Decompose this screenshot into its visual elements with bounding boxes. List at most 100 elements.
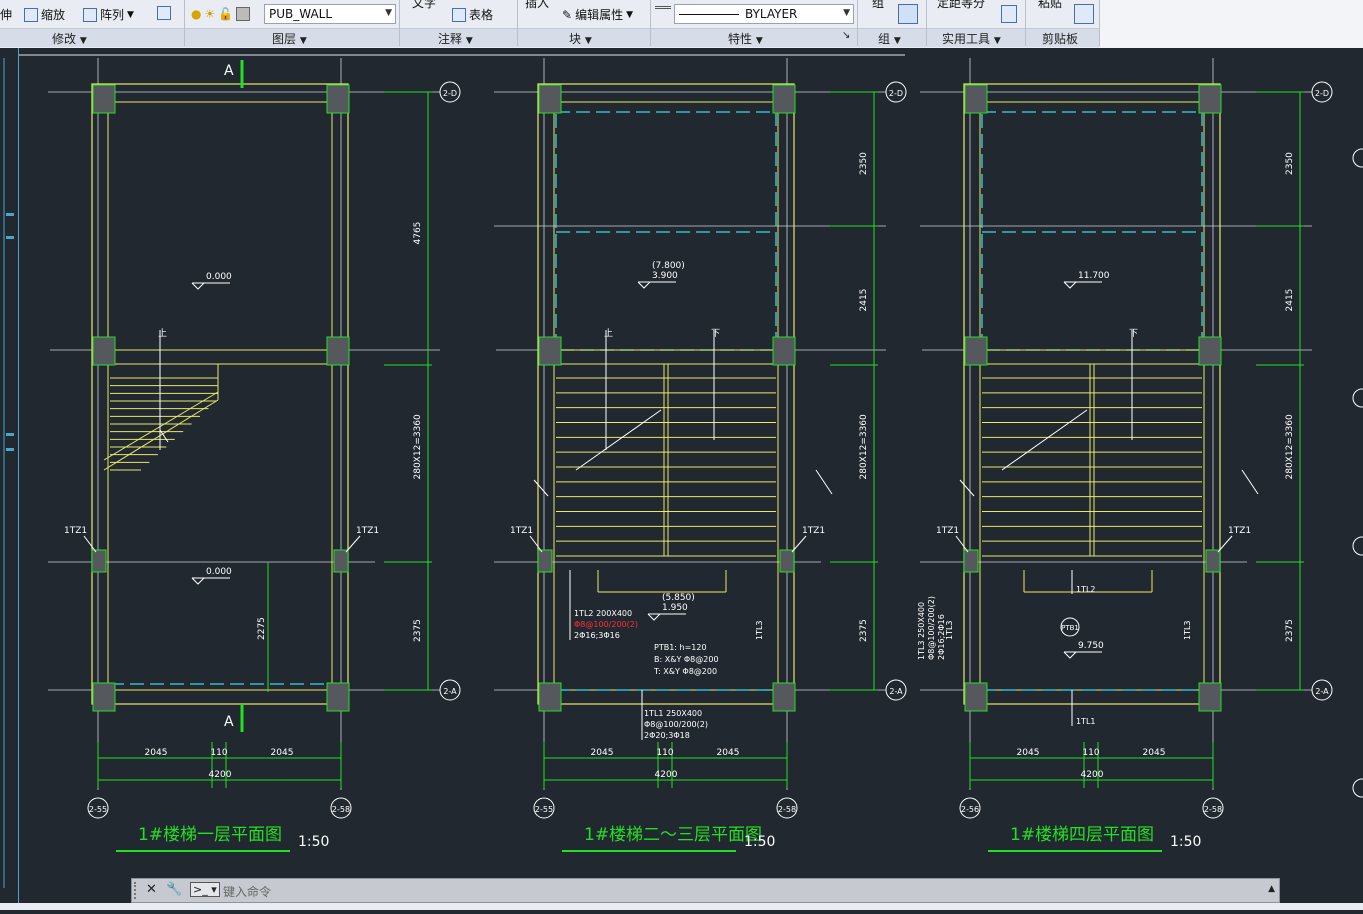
column-label-right: 1TZ1 (356, 526, 379, 536)
dim-bottom-text: 2045 (145, 748, 168, 758)
level-triangle (191, 282, 205, 290)
stair-diagonal (103, 399, 219, 471)
axis-label-left: 2-56 (961, 805, 979, 814)
paste-special-button[interactable] (1074, 4, 1094, 24)
ribbon-separator (399, 0, 400, 46)
dim-vertical-text: 280X12=3360 (1285, 414, 1295, 480)
wall-inner (979, 101, 1205, 691)
down-label: 下 (1129, 329, 1138, 339)
wall-inner (107, 101, 333, 691)
edit-attributes-button[interactable]: ✎ 编辑属性 ▼ (562, 6, 633, 23)
dim-total-text: 4200 (1081, 770, 1104, 780)
calculator-icon (1001, 5, 1017, 23)
palette-markers (3, 58, 14, 888)
plan-title: 1#楼梯二～三层平面图 (584, 825, 762, 845)
linetype-dropdown-value: BYLAYER (745, 7, 798, 21)
layer-state-icons[interactable]: ● ☀ 🔓 (191, 7, 251, 21)
panel-annotation-title[interactable]: 注释 ▼ (438, 30, 473, 47)
axis-label-bottom: 2-A (443, 687, 457, 696)
level-triangle (1063, 651, 1077, 659)
dashed-beam-outline (555, 111, 777, 351)
command-input[interactable]: 键入命令 (223, 883, 271, 900)
drag-handle-icon[interactable] (134, 882, 142, 899)
plans-layer: 上 1TZ1 1TZ1 0.000 0.000 A A 2275 4765 280X12=3360… (48, 58, 1333, 852)
panel-block-title[interactable]: 块 ▼ (569, 30, 592, 47)
insert-button[interactable]: 插入 (525, 0, 549, 11)
panel-clipboard-title[interactable]: 剪贴板 (1042, 30, 1078, 47)
inner-dim-text: 2275 (257, 617, 267, 640)
plan-title: 1#楼梯一层平面图 (138, 825, 282, 845)
array-icon (83, 7, 97, 22)
array-button[interactable]: 阵列 ▼ (83, 6, 134, 23)
panel-modify-title[interactable]: 修改 ▼ (52, 30, 87, 47)
panel-properties-title[interactable]: 特性 ▼ (728, 30, 763, 47)
section-mark-top: A (224, 63, 234, 79)
dim-bottom-text: 2045 (1017, 748, 1040, 758)
properties-launcher-icon[interactable]: ↘ (842, 30, 850, 41)
ribbon: 伸 缩放 阵列 ▼ ● ☀ 🔓 PUB_WALL ▼ 文字 表格 插入 ✎ 编辑属性 ▼ B… (0, 0, 1363, 48)
ribbon-tools: 伸 缩放 阵列 ▼ ● ☀ 🔓 PUB_WALL ▼ 文字 表格 插入 ✎ 编辑属性 ▼ B… (0, 0, 1100, 28)
measure-button[interactable]: 定距等分 (937, 0, 985, 11)
table-button[interactable]: 表格 (452, 6, 493, 23)
dashed-beam-outline (981, 111, 1203, 351)
dim-bottom-text: 110 (1082, 748, 1099, 758)
wrench-icon[interactable]: 🔧 (166, 882, 182, 897)
lineweight-icon[interactable] (655, 6, 671, 9)
command-line-bar[interactable]: ✕ 🔧 >_ ▾ 键入命令 ▲ (131, 878, 1280, 903)
modify-extra-button[interactable] (157, 6, 171, 20)
column-small (333, 549, 349, 573)
chevron-down-icon: ▼ (584, 36, 592, 46)
tool-palette-strip[interactable] (0, 48, 19, 910)
linetype-preview (679, 13, 739, 15)
slab-annotation: PTB1: h=120 (654, 643, 707, 652)
panel-annotation-label: 注释 (438, 32, 463, 46)
plan-scale: 1:50 (298, 834, 329, 850)
column (92, 336, 116, 366)
up-label: 上 (604, 328, 613, 339)
layer-dropdown[interactable]: PUB_WALL ▼ (264, 4, 396, 24)
close-icon[interactable]: ✕ (146, 882, 157, 897)
table-icon (452, 7, 466, 22)
chevron-down-icon: ▼ (465, 36, 473, 46)
dim-bottom-text: 110 (656, 748, 673, 758)
column (964, 682, 988, 712)
dim-bottom-text: 2045 (1143, 748, 1166, 758)
panel-clipboard-label: 剪贴板 (1042, 32, 1079, 46)
level-value: 3.900 (652, 271, 678, 281)
column (538, 682, 562, 712)
beam-mid-annotation: 1TL2 (1076, 585, 1096, 594)
text-button[interactable]: 文字 (412, 0, 436, 11)
slab-annotation: T: X&Y Φ8@200 (653, 667, 717, 676)
dim-vertical-text: 280X12=3360 (413, 414, 423, 480)
scroll-up-icon[interactable]: ▲ (1268, 884, 1275, 894)
slab-annotation: B: X&Y Φ8@200 (654, 655, 719, 664)
stretch-button[interactable]: 伸 (0, 6, 12, 23)
column (1198, 682, 1222, 712)
panel-groups-title[interactable]: 组 ▼ (878, 30, 901, 47)
panel-layers-label: 图层 (272, 32, 297, 46)
group-button[interactable]: 组 (872, 0, 884, 11)
edit-attributes-label: 编辑属性 (575, 8, 624, 22)
calculator-button[interactable] (1001, 5, 1017, 23)
ribbon-panel-titles: 修改 ▼ 图层 ▼ 注释 ▼ 块 ▼ 特性 ▼ ↘ 组 ▼ 实用工具 ▼ 剪贴板 (0, 28, 1100, 47)
panel-utilities-title[interactable]: 实用工具 ▼ (942, 30, 1001, 47)
dim-total-text: 4200 (655, 770, 678, 780)
linetype-dropdown[interactable]: BYLAYER ▼ (674, 4, 854, 24)
level-triangle (647, 613, 661, 621)
scale-button[interactable]: 缩放 (24, 6, 65, 23)
lock-icon: 🔓 (218, 7, 234, 21)
level-value-alt: (5.850) (662, 593, 695, 603)
paste-button[interactable]: 粘贴 (1038, 0, 1062, 11)
column-small (779, 549, 795, 573)
panel-block-label: 块 (569, 32, 582, 46)
break-line (533, 479, 549, 497)
command-history-icon[interactable]: >_ ▾ (190, 882, 220, 897)
beam-mid-annotation: 1TL2 200X400 (574, 609, 632, 618)
column-small (91, 549, 107, 573)
break-line (959, 479, 975, 497)
group-select-button[interactable] (898, 4, 918, 24)
dim-vertical-text: 2350 (859, 152, 869, 175)
chevron-down-icon: ▼ (385, 8, 392, 18)
drawing-canvas[interactable]: 上 1TZ1 1TZ1 0.000 0.000 A A 2275 4765 280X12=3360… (19, 48, 1363, 878)
panel-layers-title[interactable]: 图层 ▼ (272, 30, 307, 47)
